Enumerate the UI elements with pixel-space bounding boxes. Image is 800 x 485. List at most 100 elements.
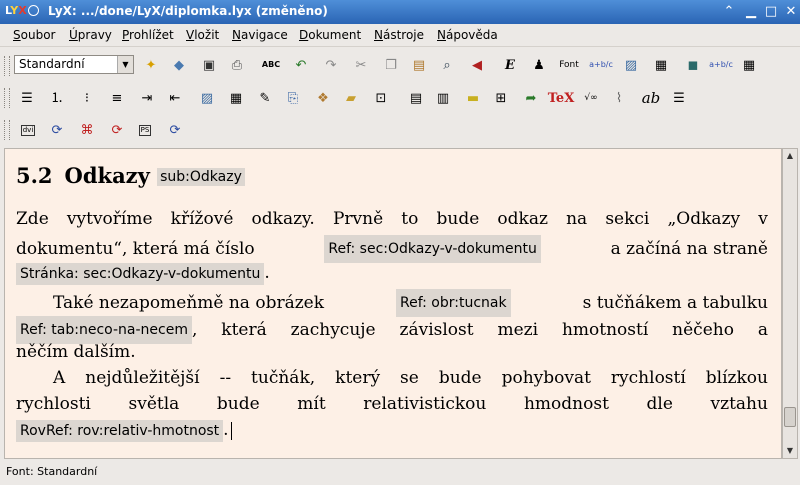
window-title: LyX: .../done/LyX/diplomka.lyx (změněno) — [48, 4, 328, 18]
word: bude — [216, 394, 260, 414]
maximize-button[interactable]: □ — [762, 3, 780, 21]
special-char-icon[interactable]: √∞ — [580, 87, 602, 109]
menu-vlozit[interactable]: Vložit — [186, 28, 219, 42]
index-icon[interactable]: ❖ — [312, 87, 334, 109]
text-style-icon[interactable]: ab — [640, 87, 662, 109]
label-inset[interactable]: sub:Odkazy — [157, 168, 245, 186]
update-pdf-icon[interactable]: ⟳ — [106, 119, 128, 141]
lyx-logo-icon: LYX — [5, 4, 27, 17]
cross-ref-icon[interactable]: ⎘ — [282, 87, 304, 109]
insert-graphics-icon[interactable]: ▨ — [620, 54, 642, 76]
word: odkaz — [497, 209, 548, 229]
word: v — [758, 209, 768, 229]
save-icon[interactable]: ▣ — [198, 54, 220, 76]
word: dle — [646, 394, 673, 414]
scroll-up-icon[interactable]: ▲ — [783, 149, 797, 163]
view-pdf-icon[interactable]: ⌘ — [76, 119, 98, 141]
increase-depth-icon[interactable]: ⇥ — [136, 87, 158, 109]
menu-napoveda[interactable]: Nápověda — [437, 28, 498, 42]
decrease-depth-icon[interactable]: ⇤ — [164, 87, 186, 109]
update-ps-icon[interactable]: ⟳ — [164, 119, 186, 141]
tex-code-icon[interactable]: TeX — [548, 87, 575, 109]
open-folder-icon[interactable]: ◆ — [168, 54, 190, 76]
word: vytvoříme — [66, 209, 153, 229]
bullet-list-icon[interactable]: ⁝ — [76, 87, 98, 109]
shade-button[interactable]: ⌃ — [720, 3, 738, 21]
numbered-list-icon[interactable]: ⒈ — [46, 87, 68, 109]
math-icon[interactable]: a+b/c — [589, 54, 613, 76]
back-arrow-icon[interactable]: ◀ — [466, 54, 488, 76]
float-icon[interactable]: ⊞ — [490, 87, 512, 109]
paragraph-settings-icon[interactable]: ☰ — [668, 87, 690, 109]
text-line: Také nezapomeňmě na obrázek Ref: obr:tuc… — [53, 289, 768, 317]
table-panel-icon[interactable]: ▦ — [738, 54, 760, 76]
footnote-icon[interactable]: ▤ — [405, 87, 427, 109]
text-line: rychlosti světla bude mít relativistickou hmo… — [16, 393, 768, 415]
word: křížové — [170, 209, 234, 229]
minimize-button[interactable]: ▁ — [742, 3, 760, 21]
toc-book-icon[interactable]: ◼ — [682, 54, 704, 76]
math-panel-icon[interactable]: a+b/c — [709, 54, 733, 76]
status-bar: Font: Standardní — [0, 461, 800, 485]
description-list-icon[interactable]: ≡ — [106, 87, 128, 109]
ref-inset[interactable]: Ref: sec:Odkazy-v-dokumentu — [324, 235, 541, 263]
attachment-icon[interactable]: ⌇ — [608, 87, 630, 109]
margin-note-icon[interactable]: ▥ — [432, 87, 454, 109]
page-ref-inset[interactable]: Stránka: sec:Odkazy-v-dokumentu — [16, 263, 265, 285]
redo-icon[interactable]: ↷ — [320, 54, 342, 76]
view-ps-icon[interactable]: PS — [134, 119, 156, 141]
text-line: dokumentu“, která má číslo Ref: sec:Odka… — [16, 235, 768, 263]
cut-icon[interactable]: ✂ — [350, 54, 372, 76]
align-justify-icon[interactable]: ☰ — [16, 87, 38, 109]
font-icon[interactable]: Font — [558, 54, 580, 76]
bibtex-folder-icon[interactable]: ▰ — [340, 87, 362, 109]
note-icon[interactable]: ▬ — [462, 87, 484, 109]
insert-table-icon[interactable]: ▦ — [650, 54, 672, 76]
view-dvi-icon[interactable]: dvi — [17, 119, 39, 141]
word: odkazy. — [251, 209, 315, 229]
include-file-icon[interactable]: ➦ — [520, 87, 542, 109]
text-line: RovRef: rov:relativ-hmotnost. — [16, 419, 768, 442]
menu-upravy[interactable]: Úpravy — [69, 28, 112, 42]
copy-icon[interactable]: ❐ — [380, 54, 402, 76]
find-icon[interactable]: ⌕ — [436, 54, 458, 76]
insert-table2-icon[interactable]: ▦ — [225, 87, 247, 109]
spellcheck-icon[interactable]: ABC — [260, 54, 282, 76]
word: bude — [436, 209, 480, 229]
ref-inset[interactable]: Ref: tab:neco-na-necem — [16, 316, 192, 344]
text-line: Stránka: sec:Odkazy-v-dokumentu. — [16, 262, 768, 285]
menu-dokument[interactable]: Dokument — [299, 28, 361, 42]
word: světla — [128, 394, 180, 414]
menu-nastroje[interactable]: Nástroje — [374, 28, 424, 42]
window-menu-icon[interactable] — [28, 5, 39, 16]
menu-soubor[interactable]: Soubor — [13, 28, 55, 42]
print-icon[interactable]: ⎙ — [226, 54, 248, 76]
toolbar-grip[interactable] — [4, 56, 10, 76]
emphasis-icon[interactable]: E — [499, 54, 521, 76]
noun-icon[interactable]: ♟ — [528, 54, 550, 76]
menu-prohlizet[interactable]: Prohlížet — [122, 28, 174, 42]
update-dvi-icon[interactable]: ⟳ — [46, 119, 68, 141]
toolbar-grip[interactable] — [4, 120, 10, 140]
layout-combo[interactable]: Standardní ▼ — [14, 55, 134, 74]
label-icon[interactable]: ✎ — [254, 87, 276, 109]
close-button[interactable]: ✕ — [782, 3, 800, 21]
document-editor[interactable]: 5.2 Odkazy sub:Odkazy Zde vytvoříme křížové… — [4, 148, 782, 459]
paste-icon[interactable]: ▤ — [408, 54, 430, 76]
insert-figure-icon[interactable]: ▨ — [196, 87, 218, 109]
undo-icon[interactable]: ↶ — [290, 54, 312, 76]
url-icon[interactable]: ⊡ — [370, 87, 392, 109]
vertical-scrollbar[interactable]: ▲ ▼ — [782, 148, 798, 459]
toolbar-grip[interactable] — [4, 88, 10, 108]
scroll-thumb[interactable] — [784, 407, 796, 427]
ref-inset[interactable]: Ref: obr:tucnak — [396, 289, 511, 317]
eqref-inset[interactable]: RovRef: rov:relativ-hmotnost — [16, 420, 224, 442]
word: hmodnost — [523, 394, 609, 414]
scroll-down-icon[interactable]: ▼ — [783, 444, 797, 458]
text-line: A nejdůležitější -- tučňák, který se bud… — [53, 368, 768, 388]
menu-navigace[interactable]: Navigace — [232, 28, 288, 42]
new-document-icon[interactable]: ✦ — [140, 54, 162, 76]
word: Prvně — [332, 209, 384, 229]
word: rychlosti — [16, 394, 91, 414]
word: mít — [297, 394, 326, 414]
